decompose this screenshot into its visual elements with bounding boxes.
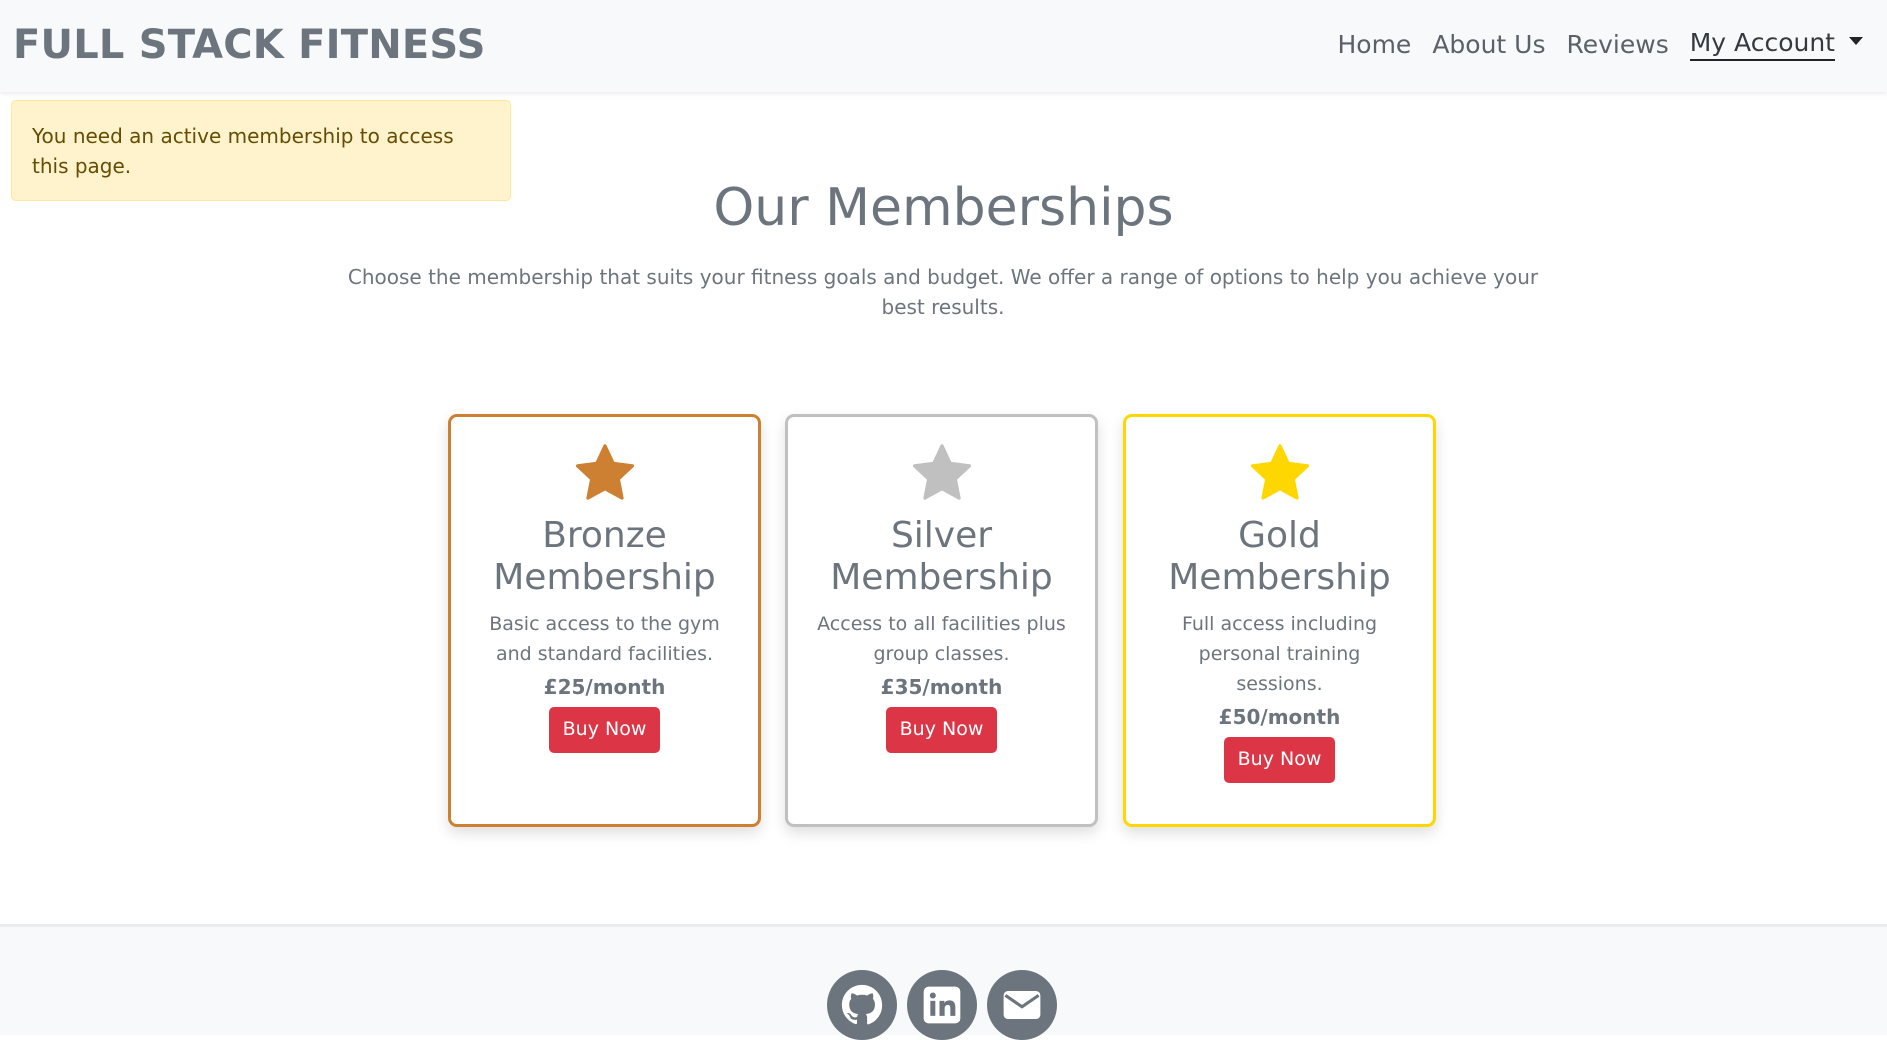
membership-description: Full access including personal training … — [1181, 613, 1378, 695]
membership-title: Gold Membership — [1168, 515, 1391, 598]
membership-card-gold: Gold Membership Full access including pe… — [1123, 414, 1436, 827]
membership-price: £35/month — [880, 675, 1003, 699]
nav-links: Home About Us Reviews My Account — [1337, 28, 1863, 61]
membership-description: Access to all facilities plus group clas… — [817, 613, 1066, 665]
membership-required-alert: You need an active membership to access … — [11, 100, 511, 201]
email-link[interactable] — [987, 970, 1057, 1040]
star-icon — [912, 444, 971, 500]
github-link[interactable] — [827, 970, 897, 1040]
caret-down-icon — [1849, 36, 1863, 45]
footer — [0, 924, 1887, 1040]
membership-description: Basic access to the gym and standard fac… — [489, 613, 720, 665]
page-intro: Choose the membership that suits your fi… — [347, 265, 1539, 319]
nav-my-account-label: My Account — [1689, 28, 1835, 61]
buy-now-button-silver[interactable]: Buy Now — [885, 707, 998, 753]
alert-message: You need an active membership to access … — [32, 124, 454, 178]
membership-price: £50/month — [1218, 705, 1341, 729]
buy-now-button-gold[interactable]: Buy Now — [1223, 737, 1336, 783]
nav-home[interactable]: Home — [1337, 30, 1411, 59]
buy-now-button-bronze[interactable]: Buy Now — [548, 707, 661, 753]
linkedin-icon — [923, 986, 961, 1024]
nav-reviews[interactable]: Reviews — [1567, 30, 1669, 59]
star-icon — [1250, 444, 1309, 500]
nav-my-account-dropdown[interactable]: My Account — [1689, 28, 1863, 61]
membership-title: Silver Membership — [830, 515, 1053, 598]
email-icon — [1003, 991, 1041, 1019]
membership-price: £25/month — [543, 675, 666, 699]
github-icon — [841, 984, 883, 1025]
nav-about[interactable]: About Us — [1432, 30, 1545, 59]
brand-logo[interactable]: FULL STACK FITNESS — [13, 22, 486, 68]
membership-card-bronze: Bronze Membership Basic access to the gy… — [448, 414, 761, 827]
navbar: FULL STACK FITNESS Home About Us Reviews… — [0, 0, 1887, 92]
membership-card-silver: Silver Membership Access to all faciliti… — [785, 414, 1098, 827]
star-icon — [575, 444, 634, 500]
linkedin-link[interactable] — [907, 970, 977, 1040]
membership-title: Bronze Membership — [493, 515, 716, 598]
